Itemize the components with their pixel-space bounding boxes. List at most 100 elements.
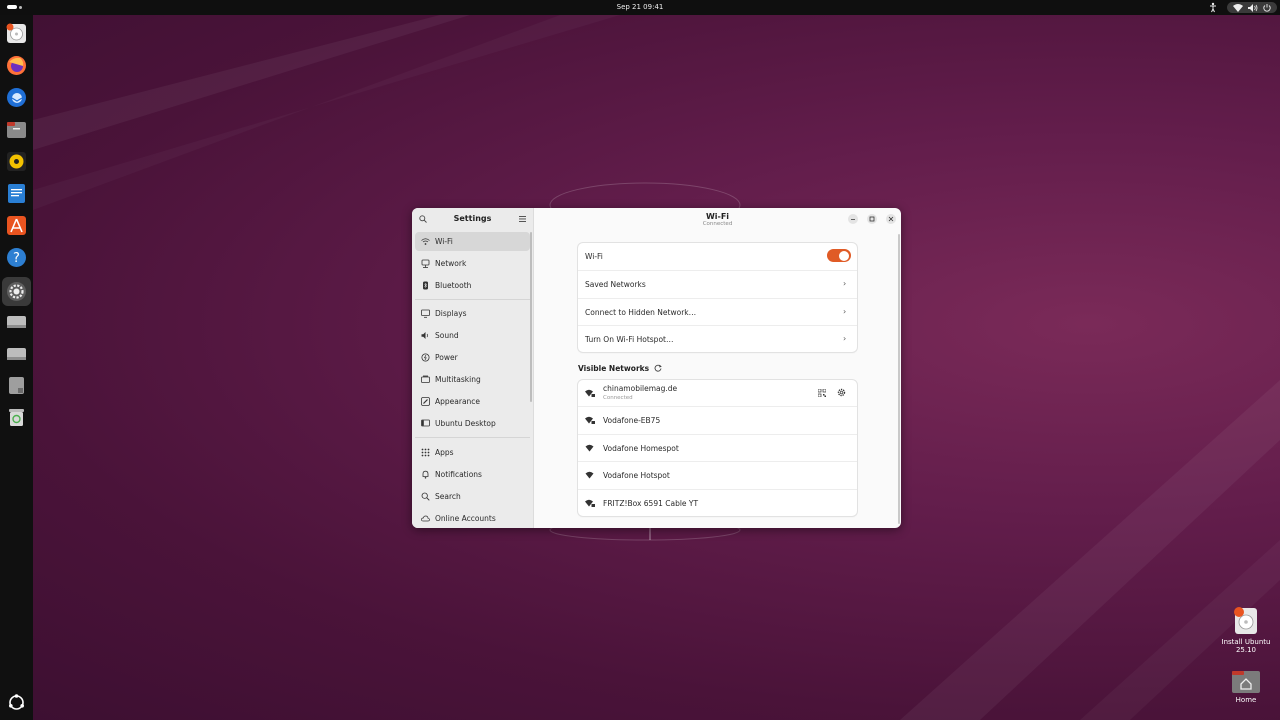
sidebar-scrollbar[interactable] bbox=[530, 232, 532, 402]
rhythmbox-icon[interactable] bbox=[6, 151, 27, 172]
bell-icon bbox=[422, 470, 429, 479]
wifi-secure-icon bbox=[585, 416, 595, 424]
ubuntu-desktop-icon bbox=[421, 419, 430, 427]
sidebar-item-network[interactable]: Network bbox=[415, 254, 530, 273]
desktop-install-ubuntu[interactable]: Install Ubuntu 25.10 bbox=[1216, 606, 1276, 654]
sidebar-item-label: Appearance bbox=[435, 397, 481, 406]
sidebar-item-online-accounts[interactable]: Online Accounts bbox=[415, 509, 530, 528]
sidebar-item-appearance[interactable]: Appearance bbox=[415, 392, 530, 411]
sidebar-item-label: Power bbox=[435, 353, 458, 362]
sidebar-item-bluetooth[interactable]: Bluetooth bbox=[415, 276, 530, 295]
saved-networks-label: Saved Networks bbox=[585, 280, 646, 289]
wifi-icon bbox=[421, 238, 430, 245]
drive-icon-2[interactable] bbox=[6, 343, 27, 364]
sidebar-item-label: Bluetooth bbox=[435, 281, 472, 290]
close-button[interactable] bbox=[886, 214, 896, 224]
ubuntu-installer-icon[interactable] bbox=[6, 23, 27, 44]
sound-icon bbox=[421, 332, 428, 339]
saved-networks-row[interactable]: Saved Networks › bbox=[578, 270, 857, 298]
wifi-toggle-row[interactable]: Wi-Fi bbox=[578, 243, 857, 270]
wifi-secure-icon bbox=[585, 389, 595, 397]
hotspot-label: Turn On Wi-Fi Hotspot… bbox=[585, 335, 674, 344]
wifi-toggle-switch[interactable] bbox=[827, 249, 851, 262]
trash-icon[interactable] bbox=[6, 407, 27, 428]
sidebar-item-displays[interactable]: Displays bbox=[415, 304, 530, 323]
visible-networks-header: Visible Networks bbox=[578, 364, 662, 373]
network-row[interactable]: chinamobilemag.de Connected bbox=[578, 380, 857, 407]
sidebar-item-label: Displays bbox=[435, 309, 467, 318]
system-tray[interactable] bbox=[1227, 2, 1277, 13]
minimize-button[interactable] bbox=[848, 214, 858, 224]
settings-gear-icon bbox=[7, 282, 26, 301]
chevron-right-icon: › bbox=[843, 334, 847, 343]
toggle-knob bbox=[839, 250, 849, 261]
sidebar-item-sound[interactable]: Sound bbox=[415, 326, 530, 345]
hamburger-menu-icon[interactable] bbox=[519, 216, 526, 222]
svg-text:?: ? bbox=[13, 251, 20, 266]
sidebar-item-notifications[interactable]: Notifications bbox=[415, 465, 530, 484]
volume-icon bbox=[1248, 4, 1258, 12]
install-ubuntu-label: Install Ubuntu bbox=[1221, 638, 1271, 646]
sidebar-header: Settings bbox=[412, 208, 533, 230]
chevron-right-icon: › bbox=[843, 307, 847, 316]
chevron-right-icon: › bbox=[843, 279, 847, 288]
top-bar: Sep 21 09:41 bbox=[0, 0, 1280, 15]
hidden-network-row[interactable]: Connect to Hidden Network… › bbox=[578, 298, 857, 326]
desktop-home-folder[interactable]: Home bbox=[1216, 668, 1276, 704]
sidebar-item-label: Sound bbox=[435, 331, 459, 340]
sidebar-item-label: Search bbox=[435, 492, 461, 501]
sidebar-item-power[interactable]: Power bbox=[415, 348, 530, 367]
help-icon[interactable]: ? bbox=[6, 247, 27, 268]
network-name: Vodafone-EB75 bbox=[603, 416, 661, 425]
accessibility-icon[interactable] bbox=[1208, 2, 1218, 13]
wifi-secure-icon bbox=[585, 499, 595, 507]
files-icon[interactable] bbox=[6, 119, 27, 140]
home-folder-icon bbox=[1232, 671, 1260, 693]
sidebar-separator bbox=[415, 299, 530, 300]
usb-drive-icon[interactable] bbox=[6, 375, 27, 396]
sidebar-item-ubuntu-desktop[interactable]: Ubuntu Desktop bbox=[415, 414, 530, 433]
page-subtitle: Connected bbox=[702, 221, 733, 227]
clock[interactable]: Sep 21 09:41 bbox=[0, 3, 1280, 11]
install-ubuntu-version: 25.10 bbox=[1235, 646, 1257, 654]
network-name: Vodafone Hotspot bbox=[603, 471, 670, 480]
sidebar-item-label: Notifications bbox=[435, 470, 482, 479]
sidebar-item-apps[interactable]: Apps bbox=[415, 443, 530, 462]
multitasking-icon bbox=[421, 375, 430, 383]
content-scrollbar[interactable] bbox=[898, 234, 900, 524]
network-row[interactable]: Vodafone Hotspot bbox=[578, 461, 857, 489]
settings-dock-item[interactable] bbox=[2, 277, 31, 306]
network-settings-gear-icon[interactable] bbox=[837, 388, 846, 397]
wifi-panel: Wi-Fi Connected Wi-Fi Saved Networks › C… bbox=[534, 208, 901, 528]
cloud-icon bbox=[421, 515, 430, 522]
network-row[interactable]: Vodafone Homespot bbox=[578, 434, 857, 462]
wifi-controls-card: Wi-Fi Saved Networks › Connect to Hidden… bbox=[578, 243, 857, 352]
app-center-icon[interactable] bbox=[6, 215, 27, 236]
visible-networks-title: Visible Networks bbox=[578, 364, 650, 373]
hotspot-row[interactable]: Turn On Wi-Fi Hotspot… › bbox=[578, 325, 857, 353]
thunderbird-icon[interactable] bbox=[6, 87, 27, 108]
qr-code-icon[interactable] bbox=[818, 389, 826, 397]
libreoffice-writer-icon[interactable] bbox=[6, 183, 27, 204]
wifi-toggle-label: Wi-Fi bbox=[585, 252, 603, 261]
close-icon bbox=[888, 216, 894, 222]
sidebar-item-label: Apps bbox=[435, 448, 454, 457]
sidebar-item-search[interactable]: Search bbox=[415, 487, 530, 506]
maximize-icon bbox=[869, 216, 875, 222]
sidebar-separator bbox=[415, 437, 530, 438]
network-row[interactable]: FRITZ!Box 6591 Cable YT bbox=[578, 489, 857, 517]
sidebar-item-label: Online Accounts bbox=[435, 514, 496, 523]
show-apps-icon[interactable] bbox=[8, 694, 25, 711]
sidebar-item-wifi[interactable]: Wi-Fi bbox=[415, 232, 530, 251]
sidebar-item-label: Wi-Fi bbox=[435, 237, 453, 246]
drive-icon[interactable] bbox=[6, 311, 27, 332]
bluetooth-icon bbox=[423, 281, 428, 290]
network-name: FRITZ!Box 6591 Cable YT bbox=[603, 499, 699, 508]
maximize-button[interactable] bbox=[867, 214, 877, 224]
sidebar-item-label: Network bbox=[435, 259, 467, 268]
dock: ? bbox=[0, 15, 33, 720]
firefox-icon[interactable] bbox=[6, 55, 27, 76]
network-row[interactable]: Vodafone-EB75 bbox=[578, 406, 857, 434]
sidebar-item-multitasking[interactable]: Multitasking bbox=[415, 370, 530, 389]
network-name: Vodafone Homespot bbox=[603, 444, 679, 453]
